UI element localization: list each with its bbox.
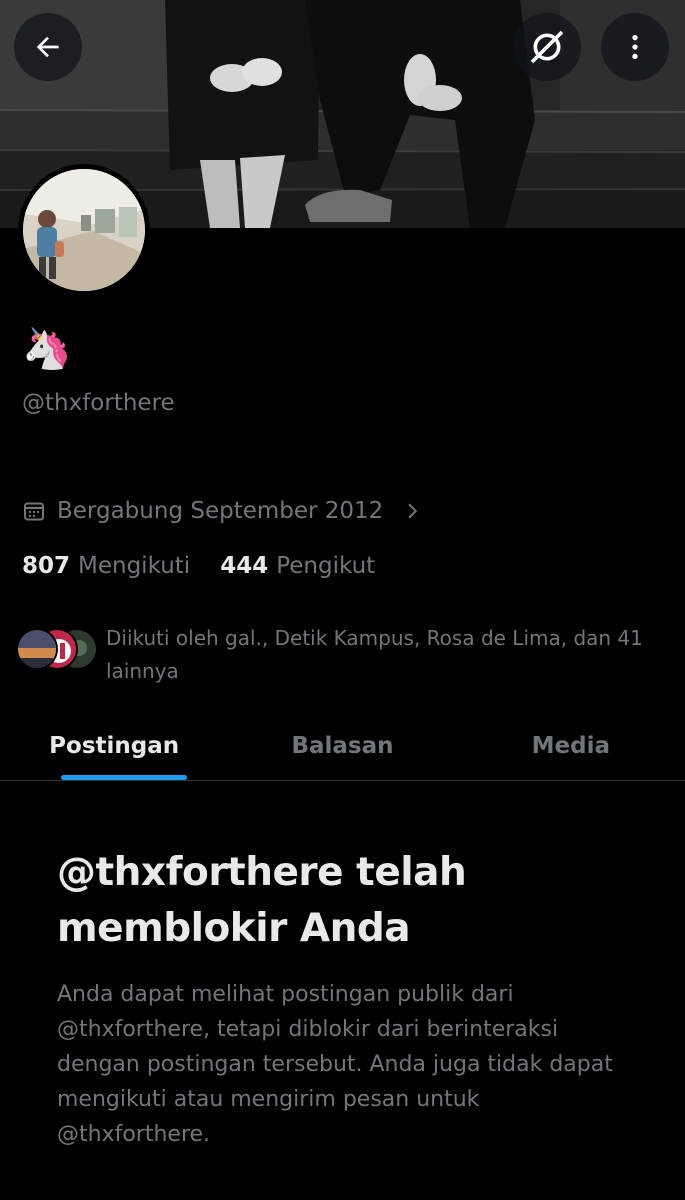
username-handle: @thxforthere xyxy=(22,390,175,416)
followers-link[interactable]: 444 Pengikut xyxy=(220,553,375,579)
chevron-right-icon xyxy=(408,503,418,519)
grok-button[interactable] xyxy=(513,13,581,81)
followers-count: 444 xyxy=(220,553,269,579)
avatar[interactable] xyxy=(18,164,150,296)
tab-postingan[interactable]: Postingan xyxy=(0,712,228,780)
avatar-photo xyxy=(23,169,145,291)
grok-icon xyxy=(530,30,564,64)
calendar-icon xyxy=(24,502,44,521)
active-tab-indicator xyxy=(61,775,187,780)
follower-avatar xyxy=(16,628,58,670)
profile-tabs: Postingan Balasan Media xyxy=(0,712,685,781)
following-label: Mengikuti xyxy=(78,553,191,579)
tab-label: Media xyxy=(531,733,610,759)
blocked-description: Anda dapat melihat postingan publik dari… xyxy=(57,982,613,1147)
tab-label: Balasan xyxy=(291,733,394,759)
follow-stats: 807 Mengikuti 444 Pengikut xyxy=(22,553,375,579)
profile-page: 🦄 @thxforthere Bergabung September 2012 … xyxy=(0,0,685,1200)
tab-label: Postingan xyxy=(49,733,180,759)
blocked-title: @thxforthere telah memblokir Anda xyxy=(57,850,467,951)
following-link[interactable]: 807 Mengikuti xyxy=(22,553,190,579)
display-name: 🦄 xyxy=(22,326,72,372)
following-count: 807 xyxy=(22,553,71,579)
joined-date-text: Bergabung September 2012 xyxy=(57,498,384,524)
back-button[interactable] xyxy=(14,13,82,81)
followers-label: Pengikut xyxy=(276,553,376,579)
more-vertical-icon xyxy=(632,35,638,59)
more-options-button[interactable] xyxy=(601,13,669,81)
follower-avatars xyxy=(16,628,100,676)
followed-by-text: Diikuti oleh gal., Detik Kampus, Rosa de… xyxy=(106,626,643,683)
joined-date-row[interactable]: Bergabung September 2012 xyxy=(22,498,421,524)
arrow-left-icon xyxy=(36,36,59,58)
tab-balasan[interactable]: Balasan xyxy=(228,712,456,780)
tab-media[interactable]: Media xyxy=(457,712,685,780)
followed-by-row[interactable]: Diikuti oleh gal., Detik Kampus, Rosa de… xyxy=(16,622,676,688)
